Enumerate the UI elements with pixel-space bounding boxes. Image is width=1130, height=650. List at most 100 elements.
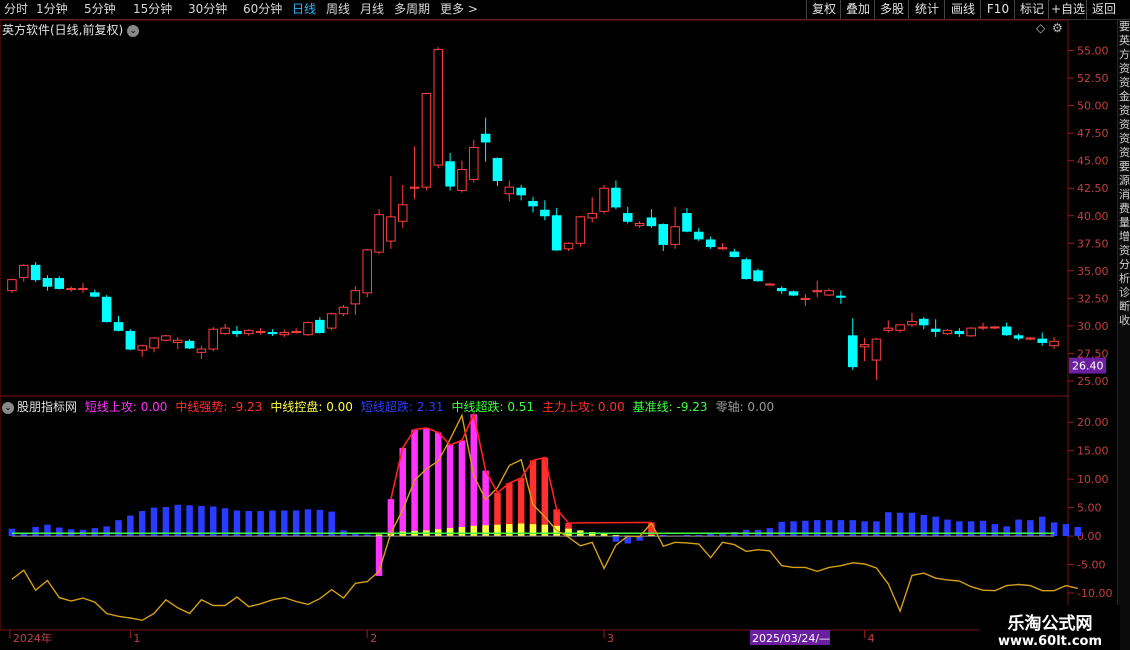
side-info-strip[interactable]: 要英方资资金资资资资要源消费量增资分析诊断收	[1117, 20, 1130, 650]
indicator-bar-中线控盘	[517, 523, 525, 537]
candle-body	[362, 249, 372, 294]
indicator-legend-item: 中线强势: -9.23	[175, 400, 263, 414]
price-tick-label: 42.50	[1077, 182, 1109, 195]
candle-body	[469, 146, 479, 180]
price-tick-label: 50.00	[1077, 100, 1109, 113]
candle-body	[824, 290, 834, 296]
candle-body	[990, 326, 1000, 329]
side-strip-char: 资	[1119, 118, 1130, 131]
indicator-name: 股朋指标网	[17, 400, 78, 414]
indicator-header: ⌄ 股朋指标网 短线上攻: 0.00 中线强势: -9.23 中线控盘: 0.00 短线…	[2, 398, 790, 415]
candle-body	[492, 157, 503, 182]
candle-body	[895, 324, 905, 331]
candle-body	[113, 322, 124, 331]
candle-body	[682, 213, 692, 232]
side-strip-char: 金	[1119, 90, 1130, 103]
indicator-bar-中线控盘	[506, 524, 513, 537]
side-strip-char: 消	[1119, 188, 1130, 201]
indicator-bar-中线控盘	[541, 524, 549, 537]
side-strip-char: 断	[1119, 300, 1130, 313]
side-strip-char: 收	[1119, 314, 1130, 327]
candle-body	[978, 326, 988, 329]
chart-controls: ◇ ⚙	[1036, 21, 1063, 35]
indicator-legend: 短线上攻: 0.00 中线强势: -9.23 中线控盘: 0.00 短线超跌: 2.3…	[85, 400, 782, 414]
side-strip-char: 费	[1119, 202, 1130, 215]
date-tick-label: 3	[607, 632, 614, 645]
side-strip-char: 源	[1119, 174, 1130, 187]
candle-body	[457, 168, 467, 191]
indicator-bars	[8, 414, 1082, 576]
candle-body	[812, 290, 822, 293]
candle-body	[433, 48, 444, 166]
price-tick-label: 45.00	[1077, 155, 1109, 168]
candle-body	[196, 348, 207, 353]
candle-body	[836, 295, 846, 298]
indicator-bar-短线超跌	[766, 528, 774, 537]
candle-body	[172, 339, 183, 343]
candle-body	[30, 264, 41, 281]
price-tick-label: 52.50	[1077, 72, 1109, 85]
indicator-tick-label: 5.00	[1077, 502, 1102, 515]
indicator-bar-短线超跌	[162, 507, 170, 537]
chart-canvas[interactable]: 25.0027.5030.0032.5035.0037.5040.0042.50…	[0, 0, 1130, 650]
watermark-url: www.60lt.com	[997, 634, 1103, 649]
indicator-bar-中线控盘	[458, 526, 466, 537]
candle-body	[551, 215, 562, 251]
candle-body	[954, 330, 965, 335]
settings-icon[interactable]: ⚙	[1052, 21, 1063, 35]
candle-body	[480, 133, 491, 143]
candle-body	[267, 332, 278, 335]
candle-body	[1001, 326, 1012, 336]
candle-body	[871, 338, 882, 361]
candle-body	[208, 328, 219, 350]
indicator-bar-短线上攻	[387, 499, 395, 537]
candle-body	[907, 321, 917, 326]
candle-body	[611, 187, 621, 208]
candle-body	[386, 216, 396, 242]
date-highlight-label: 2025/03/24/—	[752, 632, 830, 645]
price-tick-label: 35.00	[1077, 265, 1109, 278]
indicator-bar-短线超跌	[103, 526, 110, 537]
candle-body	[587, 213, 597, 219]
current-price-tag: 26.40	[1069, 357, 1106, 374]
candle-body	[599, 187, 609, 212]
indicator-bar-短线上攻	[411, 429, 418, 537]
candle-body	[315, 319, 325, 334]
candle-body	[504, 186, 515, 195]
candle-body	[765, 283, 775, 286]
indicator-legend-item: 中线控盘: 0.00	[270, 400, 353, 414]
candle-body	[42, 278, 53, 287]
side-strip-char: 诊	[1119, 286, 1130, 299]
price-tick-label: 25.00	[1077, 375, 1109, 388]
chevron-down-icon[interactable]: ⌄	[2, 401, 14, 414]
diamond-icon[interactable]: ◇	[1036, 21, 1046, 35]
candle-body	[670, 226, 680, 245]
candle-body	[729, 251, 740, 258]
date-tick-label: 2024年	[13, 631, 52, 645]
indicator-bar-短线超跌	[1050, 522, 1058, 537]
indicator-legend-item: 中线超跌: 0.51	[451, 400, 535, 414]
price-tick-label: 37.50	[1077, 237, 1109, 250]
candle-body	[7, 279, 17, 292]
indicator-axis: -15.00-10.00-5.000.005.0010.0015.0020.00	[1068, 416, 1112, 628]
indicator-bar-短线超跌	[612, 536, 620, 542]
indicator-bar-中线控盘	[529, 524, 537, 537]
date-axis: 2024年 1 2 3 4 2025/03/24/—	[9, 630, 875, 645]
candle-body	[1049, 340, 1059, 347]
indicator-bar-短线超跌	[32, 526, 39, 537]
side-strip-char: 增	[1119, 230, 1130, 243]
candle-body	[90, 292, 100, 297]
candle-body	[303, 322, 313, 336]
candle-body	[445, 161, 455, 187]
candle-body	[540, 209, 550, 217]
indicator-legend-item: 短线上攻: 0.00	[84, 400, 168, 414]
indicator-tick-label: -5.00	[1077, 559, 1105, 572]
indicator-legend-item: 短线超跌: 2.31	[360, 400, 444, 414]
candle-body	[279, 332, 290, 336]
indicator-lines	[11, 411, 1078, 622]
candle-body	[705, 239, 716, 248]
watermark: 乐淘公式网 www.60lt.com	[980, 605, 1120, 650]
indicator-bar-短线上攻	[446, 445, 454, 537]
side-strip-char: 要	[1119, 160, 1130, 173]
indicator-bar-短线超跌	[150, 507, 158, 537]
